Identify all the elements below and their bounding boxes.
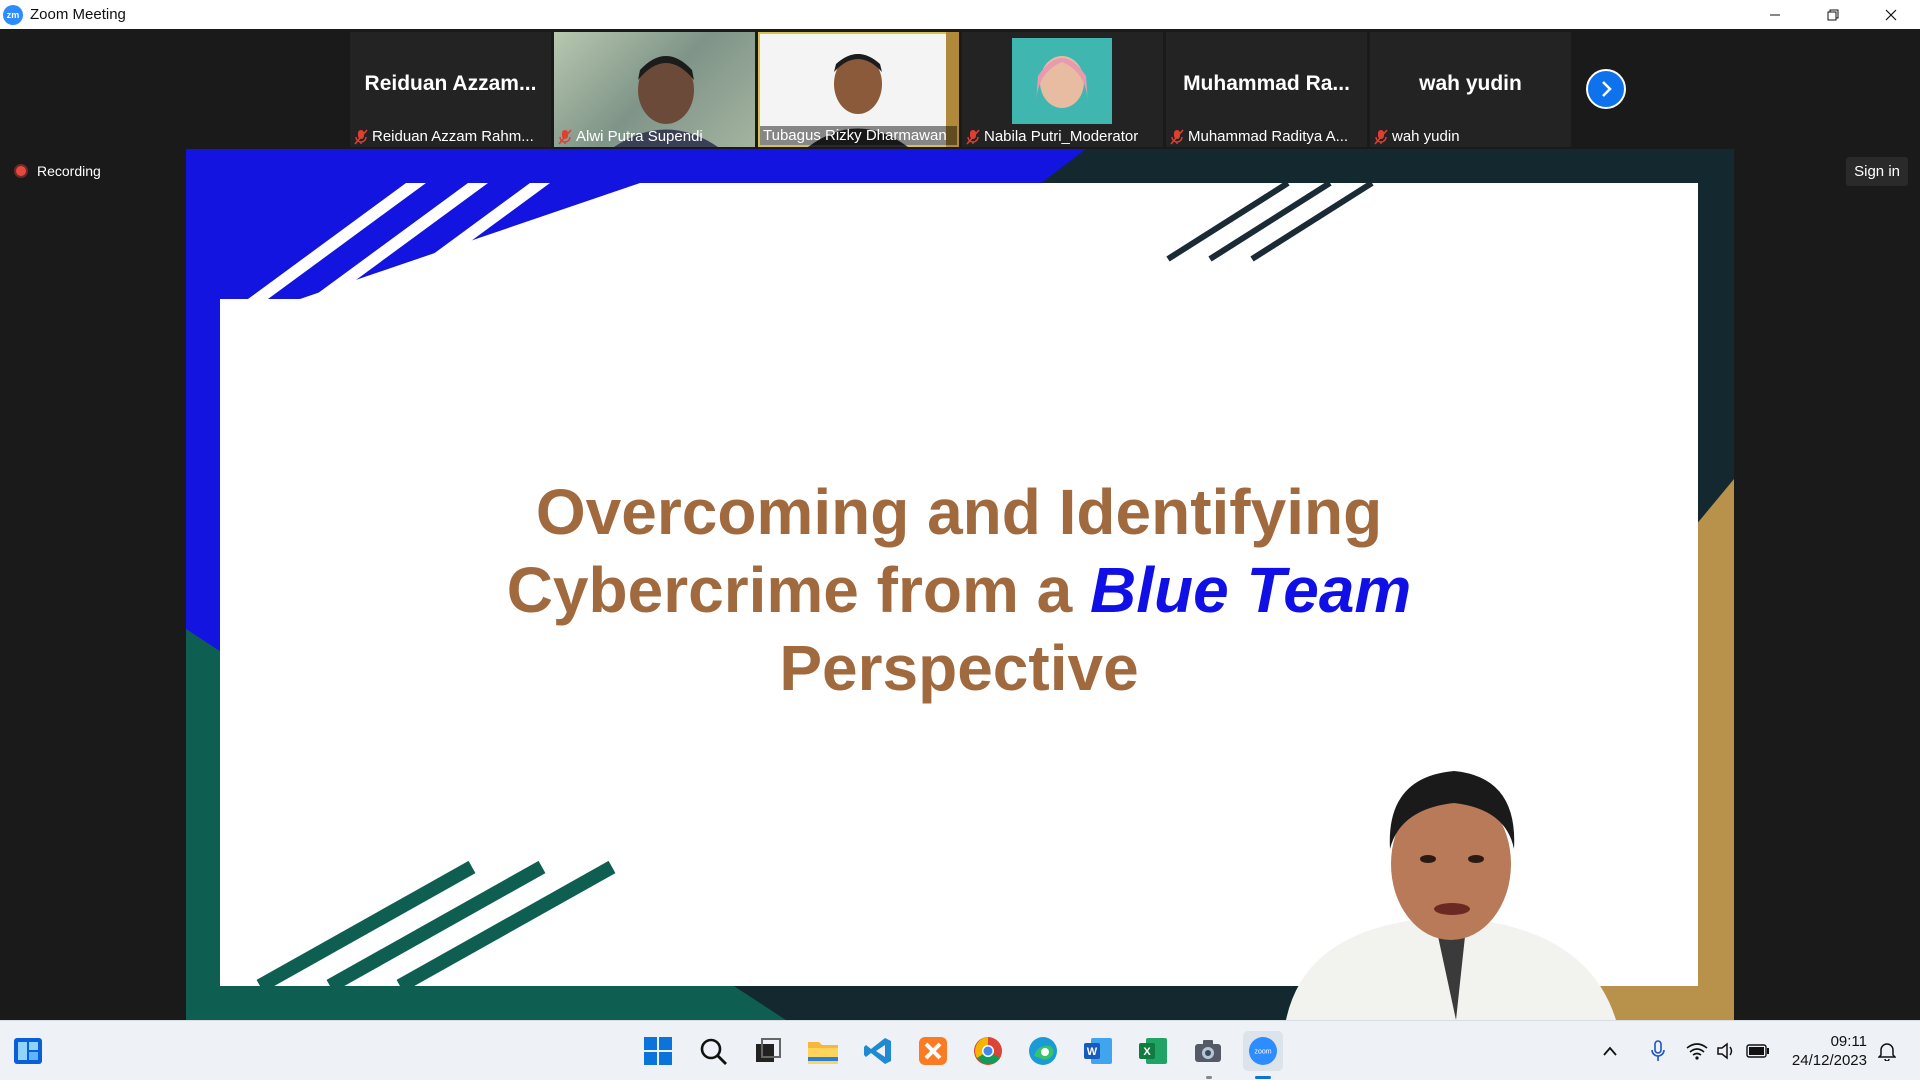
- participant-caption: Muhammad Raditya A...: [1170, 128, 1363, 145]
- zoom-app-icon: zm: [3, 4, 23, 25]
- svg-text:X: X: [1143, 1046, 1151, 1058]
- wifi-tray-button[interactable]: [1684, 1031, 1710, 1071]
- participant-caption: Nabila Putri_Moderator: [966, 128, 1159, 145]
- next-page-button[interactable]: [1586, 69, 1626, 109]
- notifications-button[interactable]: [1872, 1031, 1902, 1071]
- microphone-icon: [1651, 1040, 1665, 1061]
- muted-mic-icon: [1374, 128, 1388, 145]
- restore-icon: [1827, 9, 1839, 20]
- participant-name: Alwi Putra Supendi: [576, 128, 703, 145]
- slide-title: Overcoming and Identifying Cybercrime fr…: [220, 473, 1698, 707]
- clock-date: 24/12/2023: [1791, 1052, 1867, 1069]
- microphone-tray-button[interactable]: [1646, 1031, 1670, 1071]
- slide-title-line-2-text: Cybercrime from a: [506, 554, 1091, 626]
- show-hidden-icons-button[interactable]: [1598, 1031, 1622, 1071]
- minimize-icon: [1770, 14, 1780, 15]
- active-app-indicator: [1255, 1076, 1271, 1079]
- zoom-taskbar-button[interactable]: zoom: [1243, 1031, 1283, 1071]
- participant-strip: Reiduan Azzam... Reiduan Azzam Rahm... A…: [350, 32, 1571, 147]
- vscode-button[interactable]: [858, 1031, 898, 1071]
- start-icon: [644, 1037, 672, 1065]
- start-button[interactable]: [638, 1031, 678, 1071]
- muted-mic-icon: [966, 128, 980, 145]
- window-controls: [1746, 0, 1920, 29]
- widgets-icon: [14, 1038, 42, 1064]
- wifi-icon: [1686, 1043, 1708, 1060]
- bell-icon: [1878, 1043, 1896, 1061]
- participant-name: Tubagus Rizky Dharmawan: [763, 127, 947, 144]
- participant-tile[interactable]: wah yudin wah yudin: [1370, 32, 1571, 147]
- task-view-icon: [756, 1038, 781, 1062]
- participant-caption: Tubagus Rizky Dharmawan: [760, 126, 957, 145]
- battery-icon: [1746, 1044, 1769, 1058]
- vscode-icon: [864, 1038, 891, 1064]
- edge-button[interactable]: [1023, 1031, 1063, 1071]
- muted-mic-icon: [354, 128, 368, 145]
- restore-button[interactable]: [1804, 0, 1862, 29]
- chevron-right-icon: [1602, 81, 1612, 97]
- file-explorer-button[interactable]: [803, 1031, 843, 1071]
- participant-display-name: Muhammad Ra...: [1183, 72, 1350, 95]
- muted-mic-icon: [558, 128, 572, 145]
- close-icon: [1885, 9, 1897, 20]
- participant-display-name: wah yudin: [1419, 72, 1522, 95]
- edge-icon: [1029, 1037, 1057, 1065]
- participant-tile[interactable]: Alwi Putra Supendi: [554, 32, 755, 147]
- zoom-icon-label: zoom: [1254, 1049, 1271, 1056]
- participant-caption: Alwi Putra Supendi: [558, 128, 751, 145]
- recording-indicator[interactable]: Recording: [14, 163, 101, 179]
- windows-taskbar: W X zoom 09:11 24/12/2023: [0, 1020, 1920, 1080]
- chrome-icon: [974, 1037, 1002, 1065]
- shared-screen: Overcoming and Identifying Cybercrime fr…: [186, 149, 1734, 1020]
- window-titlebar: zm Zoom Meeting: [0, 0, 1920, 29]
- chrome-button[interactable]: [968, 1031, 1008, 1071]
- slide-title-line-1: Overcoming and Identifying: [535, 476, 1383, 548]
- chevron-up-icon: [1603, 1046, 1617, 1056]
- widgets-button[interactable]: [8, 1031, 48, 1071]
- running-app-indicator: [1206, 1076, 1212, 1079]
- file-explorer-icon: [808, 1042, 838, 1064]
- minimize-button[interactable]: [1746, 0, 1804, 29]
- sign-in-button[interactable]: Sign in: [1846, 157, 1908, 186]
- camera-button[interactable]: [1188, 1031, 1228, 1071]
- participant-tile[interactable]: Nabila Putri_Moderator: [962, 32, 1163, 147]
- word-icon: W: [1084, 1038, 1112, 1064]
- task-view-button[interactable]: [748, 1031, 788, 1071]
- slide-title-accent: Blue Team: [1090, 554, 1412, 626]
- window-title: Zoom Meeting: [30, 6, 126, 23]
- xampp-button[interactable]: [913, 1031, 953, 1071]
- slide-title-line-2: Cybercrime from a Blue Team: [220, 551, 1698, 629]
- taskbar-clock[interactable]: 09:11 24/12/2023: [1792, 1032, 1867, 1070]
- participant-tile-active-speaker[interactable]: Tubagus Rizky Dharmawan: [758, 32, 959, 147]
- meeting-area: Reiduan Azzam... Reiduan Azzam Rahm... A…: [0, 29, 1920, 1020]
- excel-icon: X: [1139, 1038, 1167, 1064]
- volume-tray-button[interactable]: [1713, 1031, 1739, 1071]
- close-button[interactable]: [1862, 0, 1920, 29]
- participant-tile[interactable]: Reiduan Azzam... Reiduan Azzam Rahm...: [350, 32, 551, 147]
- camera-icon: [1195, 1040, 1221, 1062]
- word-button[interactable]: W: [1078, 1031, 1118, 1071]
- clock-time: 09:11: [1830, 1033, 1867, 1050]
- zoom-icon: zoom: [1249, 1037, 1277, 1065]
- record-icon: [14, 164, 28, 178]
- presenter-video-overlay: [1286, 771, 1616, 1020]
- participant-name: Muhammad Raditya A...: [1188, 128, 1349, 145]
- participant-caption: Reiduan Azzam Rahm...: [354, 128, 547, 145]
- participant-name: wah yudin: [1392, 128, 1460, 145]
- recording-label: Recording: [37, 163, 101, 179]
- participant-caption: wah yudin: [1374, 128, 1567, 145]
- muted-mic-icon: [1170, 128, 1184, 145]
- participant-tile[interactable]: Muhammad Ra... Muhammad Raditya A...: [1166, 32, 1367, 147]
- svg-text:W: W: [1087, 1046, 1098, 1058]
- participant-name: Reiduan Azzam Rahm...: [372, 128, 534, 145]
- xampp-icon: [919, 1037, 947, 1065]
- excel-button[interactable]: X: [1133, 1031, 1173, 1071]
- search-icon: [700, 1038, 727, 1065]
- speaker-icon: [1717, 1042, 1733, 1060]
- slide-title-line-3: Perspective: [779, 632, 1139, 704]
- battery-tray-button[interactable]: [1744, 1031, 1772, 1071]
- participant-display-name: Reiduan Azzam...: [364, 72, 537, 95]
- search-button[interactable]: [693, 1031, 733, 1071]
- participant-name: Nabila Putri_Moderator: [984, 128, 1139, 145]
